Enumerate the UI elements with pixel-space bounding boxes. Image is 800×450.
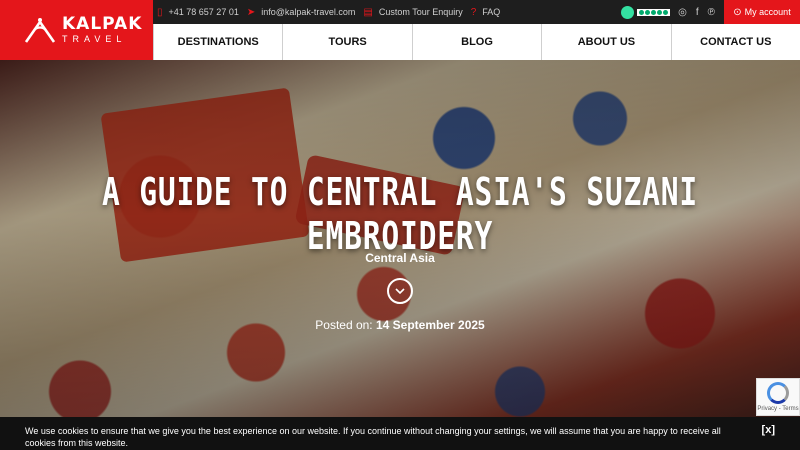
posted-label: Posted on: (315, 318, 373, 332)
tripadvisor-widget[interactable] (621, 5, 678, 19)
logo-link[interactable]: KALPAK TRAVEL (0, 0, 153, 60)
category-link[interactable]: Central Asia (0, 251, 800, 265)
send-icon: ➤ (246, 6, 256, 18)
recaptcha-icon (767, 382, 789, 404)
brand-sub: TRAVEL (62, 34, 127, 44)
posted-date: 14 September 2025 (375, 318, 485, 332)
phone-link[interactable]: ▯ +41 78 657 27 01 (157, 7, 239, 18)
mountain-logo-icon (24, 18, 56, 43)
recaptcha-badge[interactable]: Privacy - Terms (756, 378, 800, 416)
faq-label: FAQ (482, 7, 501, 17)
phone-number: +41 78 657 27 01 (168, 7, 239, 17)
my-account-button[interactable]: ⊙ My account (724, 0, 800, 24)
cookie-banner: We use cookies to ensure that we give yo… (0, 417, 800, 450)
posted-on: Posted on: 14 September 2025 (0, 318, 800, 332)
cookie-text: We use cookies to ensure that we give yo… (25, 426, 721, 448)
scroll-down-button[interactable] (387, 278, 413, 304)
instagram-icon[interactable]: ◎ (678, 7, 687, 18)
page-title: A Guide to Central Asia's Suzani Embroid… (102, 170, 698, 258)
facebook-icon[interactable]: f (696, 7, 699, 18)
phone-icon: ▯ (157, 6, 163, 18)
nav-destinations[interactable]: DESTINATIONS (153, 24, 282, 60)
brand-name: KALPAK (62, 14, 143, 34)
enquiry-link[interactable]: ▤ Custom Tour Enquiry (363, 7, 462, 18)
enquiry-label: Custom Tour Enquiry (378, 7, 463, 17)
tripadvisor-icon (621, 5, 635, 19)
question-icon: ? (470, 6, 477, 18)
cookie-close-button[interactable]: [x] (762, 424, 775, 436)
user-icon: ⊙ (733, 6, 742, 18)
account-label: My account (744, 7, 791, 17)
faq-link[interactable]: ? FAQ (471, 7, 501, 18)
top-bar: ▯ +41 78 657 27 01 ➤ info@kalpak-travel.… (153, 0, 800, 24)
nav-tours[interactable]: TOURS (282, 24, 411, 60)
nav-blog[interactable]: BLOG (411, 24, 541, 60)
document-icon: ▤ (363, 6, 373, 18)
email-link[interactable]: ➤ info@kalpak-travel.com (247, 7, 356, 18)
nav-contact-us[interactable]: CONTACT US (670, 24, 800, 60)
chevron-down-icon (395, 288, 405, 295)
main-nav: DESTINATIONS TOURS BLOG ABOUT US CONTACT… (153, 24, 800, 60)
email-address: info@kalpak-travel.com (261, 7, 356, 17)
nav-about-us[interactable]: ABOUT US (541, 24, 670, 60)
pinterest-icon[interactable]: ℗ (708, 7, 715, 18)
rating-bubbles (637, 8, 671, 16)
recaptcha-text: Privacy - Terms (757, 406, 799, 412)
